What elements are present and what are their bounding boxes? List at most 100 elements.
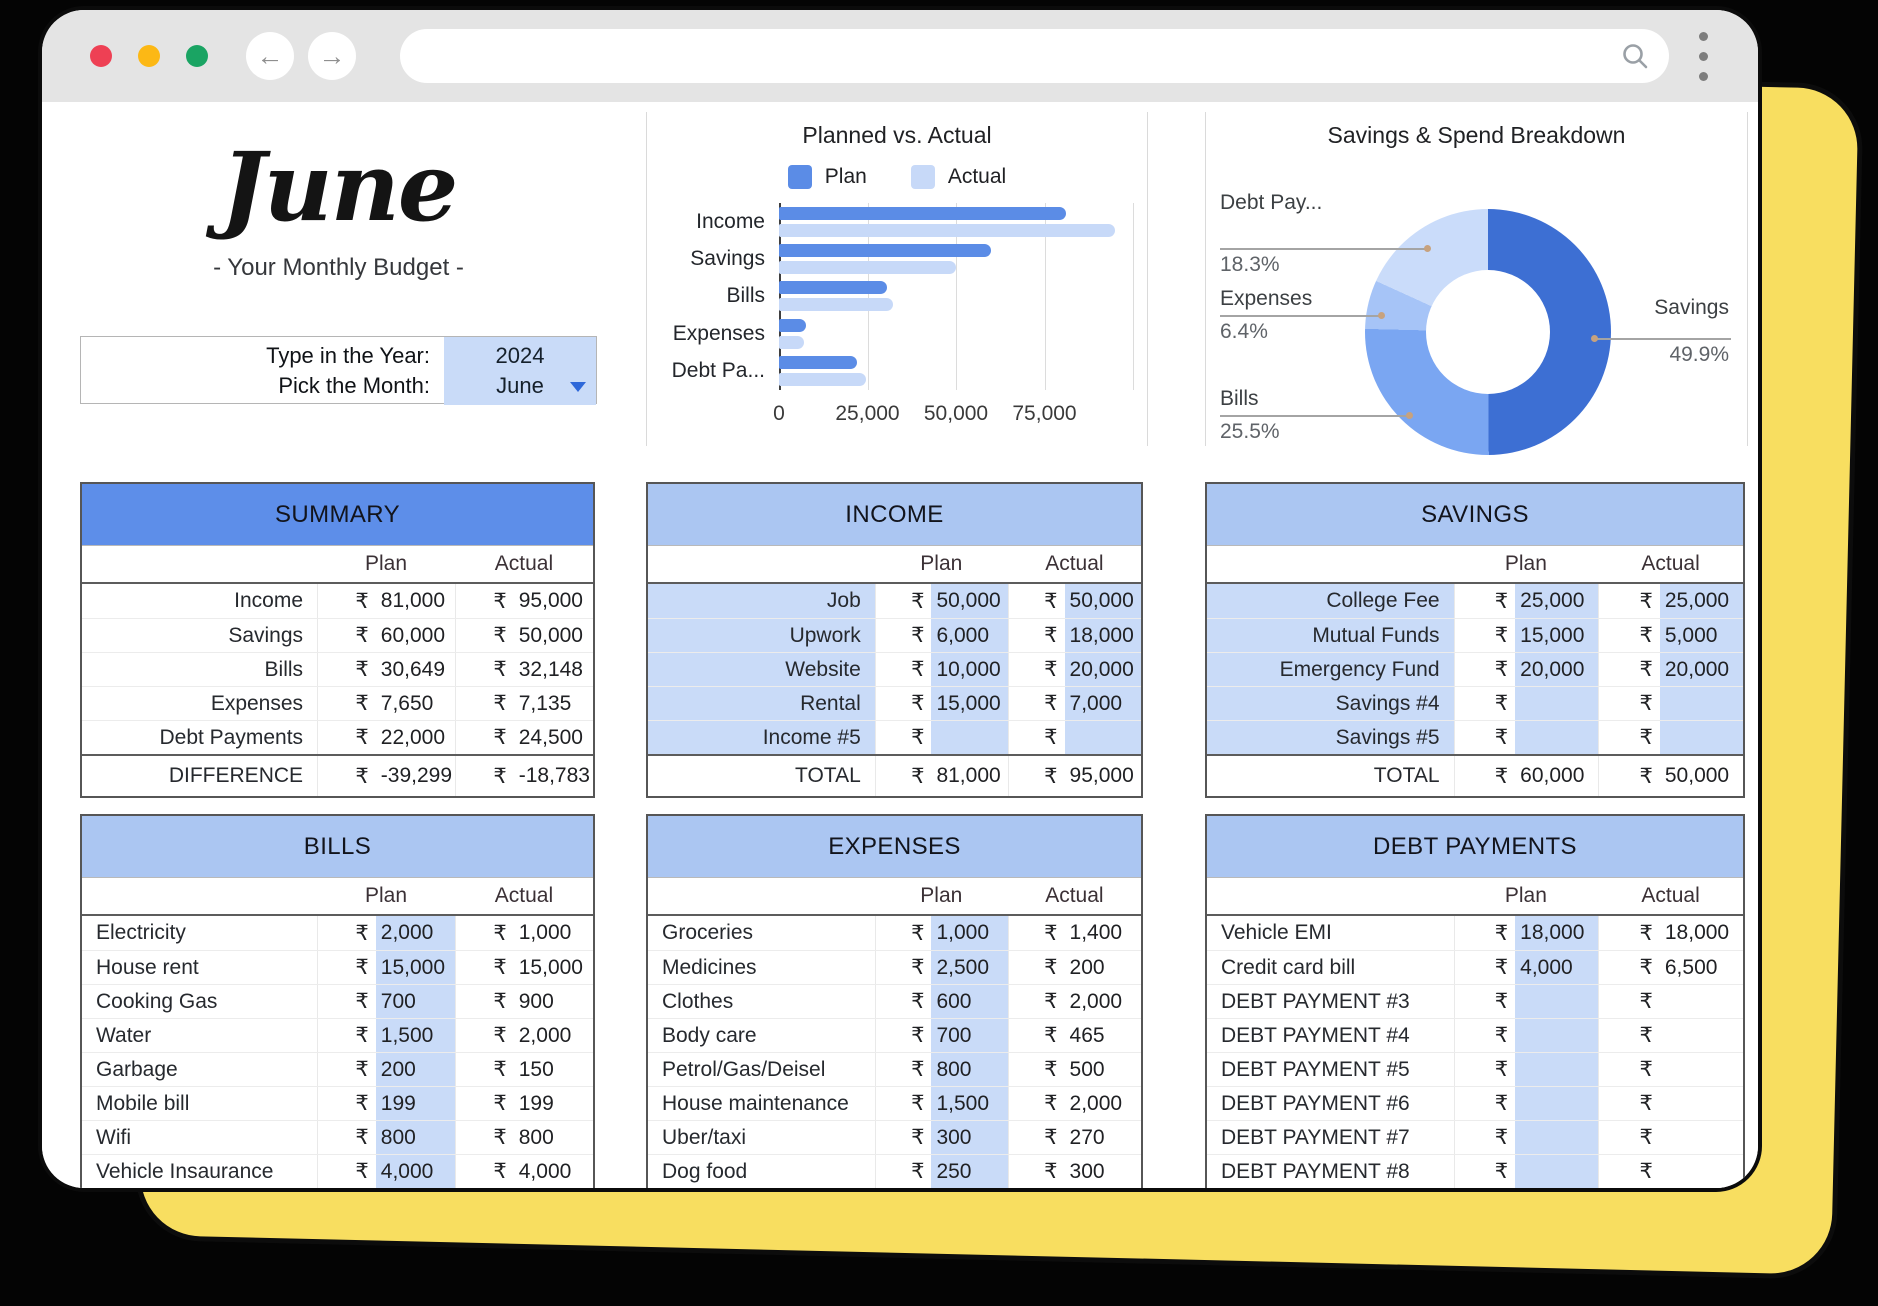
bar-actual	[779, 298, 893, 311]
income-table: INCOME Plan Actual Job ₹ 50,000 ₹ 50,00	[646, 482, 1143, 798]
x-tick-label: 50,000	[924, 402, 988, 426]
bar-actual	[779, 261, 956, 274]
bar-group: Income	[779, 203, 1133, 240]
table-row: Debt Payments ₹ 22,000 ₹ 24,500	[82, 720, 593, 754]
table-row: Savings #5 ₹ ₹	[1207, 720, 1743, 754]
bar-plot-area: IncomeSavingsBillsExpensesDebt Pa...	[779, 203, 1133, 390]
column-header-row: Plan Actual	[82, 878, 593, 916]
donut-label-savings: Savings	[1654, 296, 1729, 320]
kebab-dot	[1699, 52, 1708, 61]
leader-line	[1596, 338, 1731, 340]
bar-actual	[779, 336, 804, 349]
minimize-window-button[interactable]	[138, 45, 160, 67]
year-label: Type in the Year:	[81, 341, 444, 371]
table-row: Dog food ₹ 250 ₹ 300	[648, 1154, 1141, 1188]
summary-table: SUMMARY Plan Actual Income ₹ 81,000 ₹ 9	[80, 482, 595, 798]
donut-pct-expenses: 6.4%	[1220, 320, 1268, 344]
table-row: Website ₹ 10,000 ₹ 20,000	[648, 652, 1141, 686]
table-row: Body care ₹ 700 ₹ 465	[648, 1018, 1141, 1052]
budget-subtitle: - Your Monthly Budget -	[80, 254, 597, 282]
close-window-button[interactable]	[90, 45, 112, 67]
difference-row: DIFFERENCE ₹ -39,299 ₹ -18,783	[82, 754, 593, 796]
table-row: Savings ₹ 60,000 ₹ 50,000	[82, 618, 593, 652]
column-header-row: Plan Actual	[82, 546, 593, 584]
table-title: EXPENSES	[648, 816, 1141, 878]
url-bar[interactable]	[400, 29, 1669, 83]
bar-chart-cell: Planned vs. Actual Plan Actual IncomeSav…	[646, 112, 1148, 446]
screenshot-stage: ← → June - Your Monthly Budget -	[0, 0, 1878, 1306]
table-row: Rental ₹ 15,000 ₹ 7,000	[648, 686, 1141, 720]
traffic-lights	[90, 45, 208, 67]
chevron-down-icon[interactable]	[570, 382, 586, 392]
month-dropdown[interactable]: June	[444, 371, 596, 401]
x-tick-label: 75,000	[1012, 402, 1076, 426]
total-row: TOTAL ₹ 60,000 ₹ 50,000	[1207, 754, 1743, 796]
bar-plan	[779, 207, 1066, 220]
table-title: INCOME	[648, 484, 1141, 546]
legend-label-plan: Plan	[825, 165, 867, 189]
leader-line	[1220, 415, 1409, 417]
table-row: DEBT PAYMENT #8 ₹ ₹	[1207, 1154, 1743, 1188]
table-row: Income #5 ₹ ₹	[648, 720, 1141, 754]
donut-pct-savings: 49.9%	[1669, 343, 1729, 367]
table-row: House maintenance ₹ 1,500 ₹ 2,000	[648, 1086, 1141, 1120]
bar-plan	[779, 281, 887, 294]
donut-chart-cell: Savings & Spend Breakdown Debt Pay... 18…	[1205, 112, 1748, 446]
table-row: Mutual Funds ₹ 15,000 ₹ 5,000	[1207, 618, 1743, 652]
nav-buttons: ← →	[246, 32, 356, 80]
bar-group: Debt Pa...	[779, 353, 1133, 390]
table-row: College Fee ₹ 25,000 ₹ 25,000	[1207, 584, 1743, 618]
table-title: SUMMARY	[82, 484, 593, 546]
donut-label-expenses: Expenses	[1220, 287, 1312, 311]
table-row: Water ₹ 1,500 ₹ 2,000	[82, 1018, 593, 1052]
legend-swatch-actual	[911, 165, 935, 189]
maximize-window-button[interactable]	[186, 45, 208, 67]
spreadsheet-content: June - Your Monthly Budget - Type in the…	[42, 110, 1758, 1188]
table-row: Garbage ₹ 200 ₹ 150	[82, 1052, 593, 1086]
donut-plot-area: Debt Pay... 18.3% Expenses	[1206, 149, 1747, 449]
table-row: Petrol/Gas/Deisel ₹ 800 ₹ 500	[648, 1052, 1141, 1086]
donut-label-debt: Debt Pay...	[1220, 191, 1322, 215]
gridline	[1133, 203, 1134, 390]
table-row: Wifi ₹ 800 ₹ 800	[82, 1120, 593, 1154]
bar-group: Savings	[779, 240, 1133, 277]
forward-button[interactable]: →	[308, 32, 356, 80]
bar-category-label: Debt Pa...	[647, 359, 765, 383]
browser-menu-button[interactable]	[1695, 28, 1712, 85]
year-input[interactable]: 2024	[444, 341, 596, 371]
column-header-row: Plan Actual	[648, 878, 1141, 916]
table-row: DEBT PAYMENT #3 ₹ ₹	[1207, 984, 1743, 1018]
table-row: Mobile bill ₹ 199 ₹ 199	[82, 1086, 593, 1120]
bar-category-label: Income	[647, 210, 765, 234]
bar-x-axis: 025,00050,00075,000	[779, 396, 1133, 430]
x-tick-label: 25,000	[835, 402, 899, 426]
month-label: Pick the Month:	[81, 371, 444, 401]
table-row: Vehicle Insaurance ₹ 4,000 ₹ 4,000	[82, 1154, 593, 1188]
table-row: Clothes ₹ 600 ₹ 2,000	[648, 984, 1141, 1018]
table-row: Emergency Fund ₹ 20,000 ₹ 20,000	[1207, 652, 1743, 686]
search-icon[interactable]	[1621, 42, 1649, 70]
bar-actual	[779, 373, 866, 386]
legend-label-actual: Actual	[948, 165, 1006, 189]
table-row: DEBT PAYMENT #7 ₹ ₹	[1207, 1120, 1743, 1154]
table-row: Savings #4 ₹ ₹	[1207, 686, 1743, 720]
leader-dot	[1424, 245, 1431, 252]
table-row: Bills ₹ 30,649 ₹ 32,148	[82, 652, 593, 686]
table-title: BILLS	[82, 816, 593, 878]
column-header-row: Plan Actual	[648, 546, 1141, 584]
expenses-table: EXPENSES Plan Actual Groceries ₹ 1,000 ₹	[646, 814, 1143, 1190]
leader-line	[1220, 248, 1427, 250]
leader-dot	[1591, 335, 1598, 342]
back-button[interactable]: ←	[246, 32, 294, 80]
table-row: Vehicle EMI ₹ 18,000 ₹ 18,000	[1207, 916, 1743, 950]
arrow-left-icon: ←	[257, 43, 284, 70]
table-row: DEBT PAYMENT #5 ₹ ₹	[1207, 1052, 1743, 1086]
column-header-row: Plan Actual	[1207, 878, 1743, 916]
month-title: June	[80, 138, 597, 238]
month-dropdown-value: June	[496, 373, 544, 398]
bar-chart-title: Planned vs. Actual	[647, 122, 1147, 149]
donut-pct-debt: 18.3%	[1220, 253, 1280, 277]
savings-table: SAVINGS Plan Actual College Fee ₹ 25,000…	[1205, 482, 1745, 798]
table-row: Uber/taxi ₹ 300 ₹ 270	[648, 1120, 1141, 1154]
debt-payments-table: DEBT PAYMENTS Plan Actual Vehicle EMI ₹ …	[1205, 814, 1745, 1190]
